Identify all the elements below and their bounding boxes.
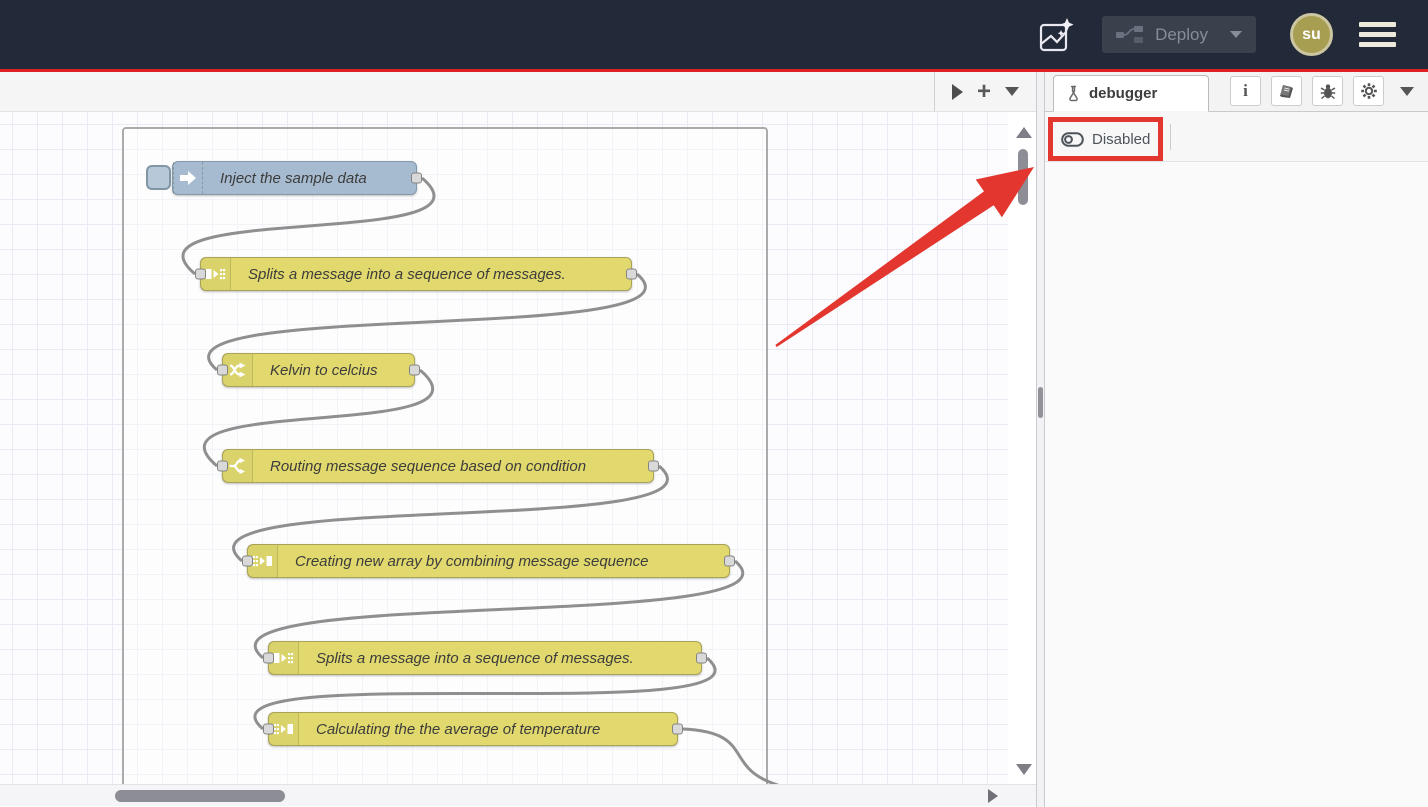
vertical-scrollbar-thumb[interactable] — [1018, 149, 1028, 205]
inject-trigger-button[interactable] — [146, 165, 171, 190]
flow-node-join[interactable]: Creating new array by combining message … — [247, 544, 730, 578]
avatar-initials: su — [1302, 26, 1321, 44]
node-label: Splits a message into a sequence of mess… — [299, 642, 701, 674]
gear-icon — [1360, 82, 1378, 100]
node-label: Creating new array by combining message … — [278, 545, 729, 577]
toggle-icon — [1061, 132, 1084, 147]
info-icon: i — [1243, 81, 1248, 101]
output-port[interactable] — [409, 365, 420, 376]
vertical-scrollbar[interactable] — [1015, 112, 1031, 784]
horizontal-scrollbar[interactable] — [0, 784, 1036, 806]
input-port[interactable] — [242, 556, 253, 567]
output-port[interactable] — [626, 269, 637, 280]
node-label: Inject the sample data — [203, 162, 416, 194]
sidebar-tabs: debugger i — [1045, 72, 1428, 112]
disabled-label: Disabled — [1092, 131, 1150, 148]
flow-node-inject[interactable]: Inject the sample data — [172, 161, 417, 195]
bug-icon — [1320, 83, 1336, 100]
node-label: Calculating the the average of temperatu… — [299, 713, 677, 745]
sidebar-menu-chevron-icon[interactable] — [1400, 87, 1414, 96]
info-button[interactable]: i — [1230, 76, 1261, 106]
debug-button[interactable] — [1312, 76, 1343, 106]
horizontal-scrollbar-thumb[interactable] — [115, 790, 285, 802]
annotation-highlight-box: Disabled — [1048, 117, 1163, 161]
flow-canvas[interactable]: Inject the sample data Splits a message i… — [0, 112, 1036, 784]
output-port[interactable] — [648, 461, 659, 472]
settings-button[interactable] — [1353, 76, 1384, 106]
input-port[interactable] — [195, 269, 206, 280]
input-port[interactable] — [263, 724, 274, 735]
deploy-label: Deploy — [1155, 25, 1208, 45]
input-port[interactable] — [217, 365, 228, 376]
app-header: Deploy su — [0, 0, 1428, 69]
output-port[interactable] — [696, 653, 707, 664]
separator-drag-handle[interactable] — [1038, 387, 1043, 418]
flow-node-switch[interactable]: Routing message sequence based on condit… — [222, 449, 654, 483]
debug-disabled-toggle[interactable]: Disabled — [1061, 131, 1150, 148]
tab-debugger-label: debugger — [1089, 85, 1157, 102]
docs-button[interactable] — [1271, 76, 1302, 106]
tab-debugger[interactable]: debugger — [1053, 75, 1209, 112]
deploy-button[interactable]: Deploy — [1102, 16, 1256, 53]
scroll-up-icon[interactable] — [1016, 127, 1032, 138]
sidebar: debugger i — [1045, 72, 1428, 807]
node-label: Kelvin to celcius — [253, 354, 414, 386]
flow-workspace: + Inject the sample data Splits a message… — [0, 72, 1036, 807]
add-flow-icon[interactable]: + — [977, 82, 991, 102]
flow-ai-icon[interactable] — [1036, 15, 1076, 55]
output-port[interactable] — [724, 556, 735, 567]
book-icon — [1278, 83, 1295, 99]
node-label: Routing message sequence based on condit… — [253, 450, 653, 482]
scroll-down-icon[interactable] — [1016, 764, 1032, 775]
avatar[interactable]: su — [1290, 13, 1333, 56]
toolbar-divider — [1170, 124, 1171, 150]
deploy-icon — [1116, 26, 1143, 43]
input-port[interactable] — [263, 653, 274, 664]
inject-arrow-icon — [173, 162, 203, 194]
hamburger-menu-icon[interactable] — [1359, 22, 1396, 47]
flask-icon — [1066, 85, 1081, 102]
debug-toolbar: Disabled — [1045, 112, 1428, 162]
chevron-down-icon — [1230, 31, 1242, 38]
flow-node-split[interactable]: Splits a message into a sequence of mess… — [268, 641, 702, 675]
input-port[interactable] — [217, 461, 228, 472]
scroll-tabs-right-icon[interactable] — [952, 84, 963, 100]
debug-messages-panel — [1045, 162, 1428, 807]
flow-tabbar: + — [0, 72, 1036, 112]
node-label: Splits a message into a sequence of mess… — [231, 258, 631, 290]
sidebar-separator[interactable] — [1036, 72, 1045, 807]
flow-node-change[interactable]: Kelvin to celcius — [222, 353, 415, 387]
output-port[interactable] — [672, 724, 683, 735]
output-port[interactable] — [411, 173, 422, 184]
flow-list-dropdown-icon[interactable] — [1005, 87, 1019, 96]
flow-node-join[interactable]: Calculating the the average of temperatu… — [268, 712, 678, 746]
scroll-right-icon[interactable] — [988, 789, 998, 803]
flow-node-split[interactable]: Splits a message into a sequence of mess… — [200, 257, 632, 291]
